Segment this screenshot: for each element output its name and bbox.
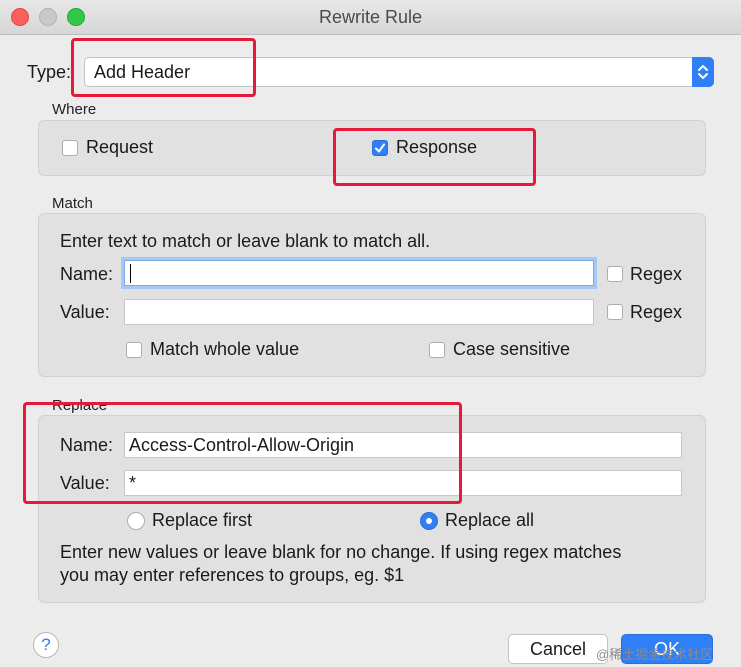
match-name-regex-checkbox[interactable] [607,266,623,282]
watermark: @稀土掘金技术社区 [596,647,714,662]
replace-hint-line1: Enter new values or leave blank for no c… [60,542,622,562]
match-value-label: Value: [60,302,110,322]
match-whole-value-label: Match whole value [150,339,300,359]
match-value-field[interactable] [124,299,594,325]
match-value-regex-label: Regex [630,302,683,322]
annotation-box-response [333,128,536,186]
match-whole-value-checkbox[interactable] [126,342,142,358]
replace-all-label: Replace all [445,510,535,530]
replace-first-label: Replace first [152,510,253,530]
window-title: Rewrite Rule [318,7,423,27]
match-hint: Enter text to match or leave blank to ma… [60,231,431,251]
title-bar: Rewrite Rule [0,0,741,35]
match-section-title: Match [52,195,93,212]
text-caret [130,264,131,283]
type-label: Type: [27,62,72,82]
case-sensitive-label: Case sensitive [453,339,571,359]
help-button[interactable]: ? [33,632,59,658]
match-name-label: Name: [60,264,114,284]
select-stepper-icon[interactable] [692,57,714,87]
case-sensitive-checkbox[interactable] [429,342,445,358]
request-label: Request [86,137,154,157]
replace-hint-line2: you may enter references to groups, eg. … [60,565,405,585]
annotation-box-replace [23,402,462,504]
replace-all-radio[interactable] [420,512,438,530]
match-name-regex-label: Regex [630,264,683,284]
annotation-box-type [71,38,256,97]
match-value-regex-checkbox[interactable] [607,304,623,320]
match-name-field[interactable] [124,260,594,286]
replace-first-radio[interactable] [127,512,145,530]
request-checkbox[interactable] [62,140,78,156]
cancel-button[interactable]: Cancel [508,634,608,664]
where-section-title: Where [52,101,97,118]
